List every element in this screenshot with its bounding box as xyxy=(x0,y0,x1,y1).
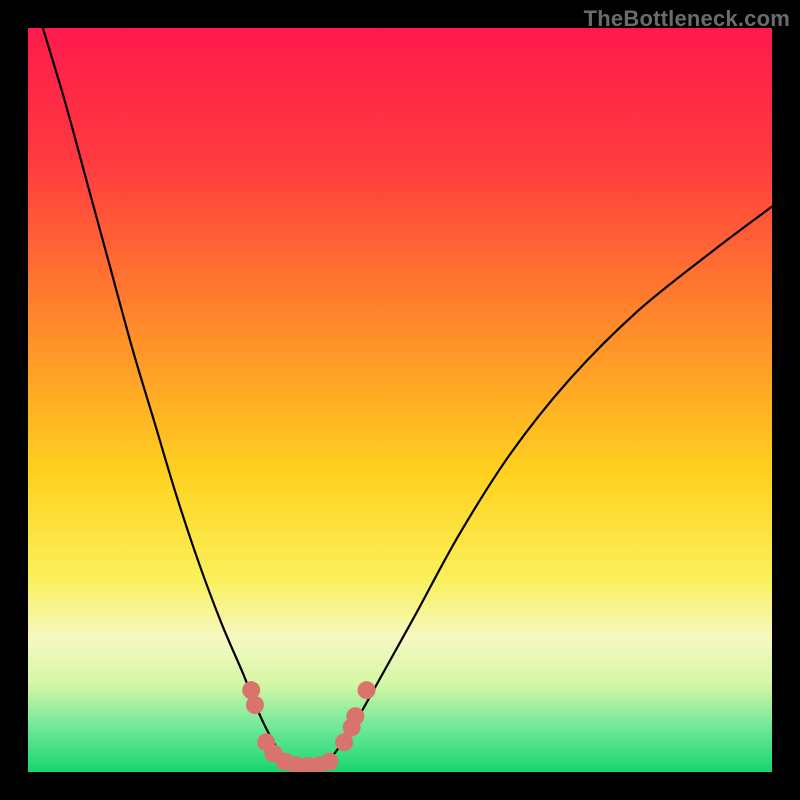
watermark-text: TheBottleneck.com xyxy=(584,6,790,32)
highlight-marker xyxy=(346,707,364,725)
highlight-marker xyxy=(246,696,264,714)
bottleneck-chart xyxy=(28,28,772,772)
highlight-marker xyxy=(320,753,338,771)
outer-black-frame: TheBottleneck.com xyxy=(0,0,800,800)
plot-area xyxy=(28,28,772,772)
highlight-marker xyxy=(358,681,376,699)
gradient-background xyxy=(28,28,772,772)
